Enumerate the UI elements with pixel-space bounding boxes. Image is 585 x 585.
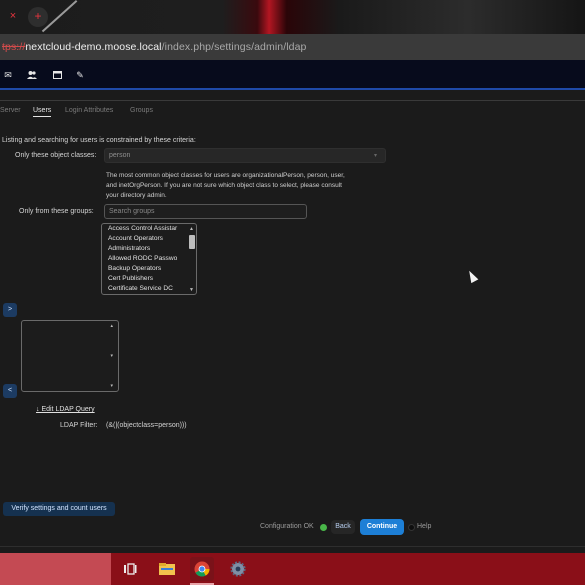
groups-label: Only from these groups: — [19, 208, 94, 215]
help-icon[interactable] — [408, 524, 415, 531]
groups-scrollbar[interactable]: ▲ ▼ — [188, 225, 195, 293]
settings-gear-icon[interactable] — [226, 557, 250, 581]
address-bar[interactable]: tps://nextcloud-demo.moose.local/index.p… — [0, 34, 585, 60]
scroll-down-icon[interactable]: ▼ — [188, 287, 195, 293]
group-item[interactable]: Allowed RODC Passwo — [108, 255, 190, 262]
scroll-mid-icon: ▾ — [110, 353, 113, 359]
scroll-thumb[interactable] — [189, 235, 195, 249]
pencil-icon[interactable]: ✎ — [75, 70, 85, 80]
help-link[interactable]: Help — [417, 523, 431, 530]
nextcloud-header: ✉ ✎ — [0, 60, 585, 90]
status-ok-icon — [320, 524, 327, 531]
edit-ldap-query-link[interactable]: ↓ Edit LDAP Query — [36, 406, 95, 413]
taskbar-search-area[interactable] — [0, 553, 111, 585]
ldap-filter-label: LDAP Filter: — [60, 422, 98, 429]
tab-server[interactable]: Server — [0, 107, 21, 114]
url-scheme: tps:// — [2, 41, 26, 53]
new-tab-button[interactable]: + — [28, 7, 48, 27]
continue-button[interactable]: Continue — [360, 519, 404, 535]
configuration-status: Configuration OK — [260, 523, 314, 530]
group-item[interactable]: Cert Publishers — [108, 275, 190, 282]
tab-groups[interactable]: Groups — [130, 107, 153, 114]
search-groups-input[interactable]: Search groups — [104, 204, 307, 219]
group-item[interactable]: Backup Operators — [108, 265, 190, 272]
selected-groups-list[interactable]: ▴ ▾ ▾ — [21, 320, 119, 392]
group-item[interactable]: Access Control Assistar — [108, 225, 190, 232]
chrome-icon[interactable] — [190, 557, 214, 581]
page-bottom-divider — [0, 546, 585, 547]
contacts-icon[interactable] — [27, 70, 37, 80]
ldap-filter-value: (&(|(objectclass=person))) — [106, 422, 187, 429]
scroll-down-icon[interactable]: ▾ — [110, 383, 113, 389]
object-classes-value: person — [109, 152, 131, 159]
verify-settings-button[interactable]: Verify settings and count users — [3, 502, 115, 516]
group-item[interactable]: Certificate Service DC — [108, 285, 190, 292]
header-divider — [0, 100, 585, 101]
windows-taskbar — [0, 553, 585, 585]
close-tab-icon[interactable]: × — [7, 10, 19, 22]
task-view-icon[interactable] — [118, 557, 142, 581]
group-item[interactable]: Account Operators — [108, 235, 190, 242]
url-path: /index.php/settings/admin/ldap — [161, 41, 307, 53]
tab-users[interactable]: Users — [33, 107, 52, 117]
object-classes-hint: The most common object classes for users… — [106, 172, 345, 199]
browser-tab-strip: × + — [0, 0, 585, 34]
add-group-button[interactable]: > — [3, 303, 17, 317]
calendar-icon[interactable] — [52, 70, 62, 80]
criteria-info: Listing and searching for users is const… — [2, 137, 196, 144]
available-groups-list[interactable]: Access Control Assistar Account Operator… — [101, 223, 197, 295]
back-button[interactable]: Back — [331, 520, 355, 534]
url-host: nextcloud-demo.moose.local — [25, 41, 162, 53]
tab-login-attributes[interactable]: Login Attributes — [65, 107, 113, 114]
object-classes-label: Only these object classes: — [15, 152, 97, 159]
scroll-up-icon[interactable]: ▴ — [110, 323, 113, 329]
scroll-up-icon[interactable]: ▲ — [188, 226, 195, 232]
mail-icon[interactable]: ✉ — [3, 70, 13, 80]
group-item[interactable]: Administrators — [108, 245, 190, 252]
object-classes-select[interactable]: person ▾ — [104, 148, 386, 163]
chevron-down-icon: ▾ — [373, 153, 377, 159]
file-explorer-icon[interactable] — [155, 557, 179, 581]
remove-group-button[interactable]: < — [3, 384, 17, 398]
mouse-cursor-icon — [465, 268, 479, 284]
url-text[interactable]: tps://nextcloud-demo.moose.local/index.p… — [2, 41, 306, 53]
